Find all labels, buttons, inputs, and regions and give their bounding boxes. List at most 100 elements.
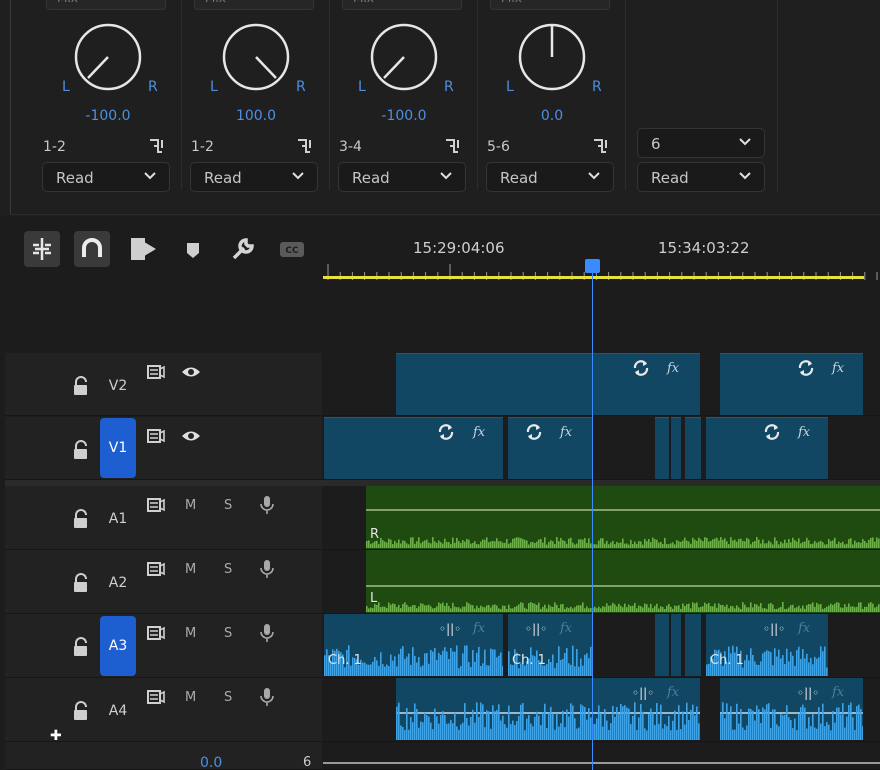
lock-icon[interactable] <box>72 509 90 529</box>
video-clip[interactable] <box>671 417 681 479</box>
pan-knob[interactable] <box>221 22 291 92</box>
solo-button[interactable]: S <box>224 626 232 641</box>
timeline-settings-button[interactable] <box>225 231 261 267</box>
audio-clip[interactable]: fx ◦||◦ Ch. 1 <box>508 614 592 676</box>
playhead-line[interactable] <box>592 268 593 770</box>
sync-lock-icon[interactable] <box>146 496 166 514</box>
mixer-mode-dropdown[interactable]: Mix <box>46 0 166 10</box>
volume-line[interactable] <box>366 585 880 587</box>
audio-clip[interactable] <box>671 614 681 676</box>
waveform-bar <box>406 543 408 548</box>
track-lane[interactable]: fx ◦||◦ Ch. 1 fx ◦||◦ Ch. 1 fx ◦||◦ Ch. … <box>323 614 880 678</box>
mute-button[interactable]: M <box>185 626 196 641</box>
audio-clip[interactable]: R <box>366 486 880 549</box>
video-clip[interactable]: fx <box>720 353 863 415</box>
video-clip[interactable]: fx <box>508 417 592 479</box>
video-clip[interactable] <box>685 417 701 479</box>
track-lane[interactable]: R <box>323 486 880 550</box>
automation-mode-dropdown[interactable]: Read <box>486 162 614 192</box>
microphone-icon[interactable] <box>257 496 277 514</box>
pan-knob[interactable] <box>517 22 587 92</box>
master-automation-dropdown[interactable]: Read <box>637 162 765 192</box>
eye-icon[interactable] <box>181 427 201 445</box>
audio-clip[interactable] <box>655 614 669 676</box>
solo-button[interactable]: S <box>224 690 232 705</box>
insert-multicam-icon <box>131 238 156 260</box>
solo-button[interactable]: S <box>224 562 232 577</box>
master-volume-value[interactable]: 0.0 <box>200 755 222 770</box>
audio-clip[interactable]: L <box>366 550 880 613</box>
track-name[interactable]: A4 <box>100 696 136 726</box>
track-lane[interactable]: fx fx fx <box>323 417 880 480</box>
pan-value[interactable]: 100.0 <box>206 108 306 124</box>
audio-clip[interactable]: fx ◦||◦ <box>720 678 863 740</box>
waveform-bar <box>372 542 374 548</box>
mixer-mode-dropdown[interactable]: Mix <box>490 0 610 10</box>
track-lane[interactable] <box>323 742 880 770</box>
waveform-bar <box>752 655 754 676</box>
routing-icon[interactable] <box>296 136 316 156</box>
master-channel-dropdown[interactable]: 6 <box>637 128 765 158</box>
mixer-mode-dropdown[interactable]: Mix <box>194 0 314 10</box>
lock-icon[interactable] <box>72 701 90 721</box>
snap-in-timeline-button[interactable] <box>24 231 60 267</box>
track-name[interactable]: V2 <box>100 371 136 401</box>
sync-lock-icon[interactable] <box>146 688 166 706</box>
audio-clip[interactable]: fx ◦||◦ Ch. 1 <box>706 614 828 676</box>
video-clip[interactable]: fx <box>324 417 503 479</box>
waveform-bar <box>508 651 510 676</box>
lock-icon[interactable] <box>72 440 90 460</box>
lock-icon[interactable] <box>72 637 90 657</box>
waveform-bar <box>568 716 570 740</box>
captions-button[interactable]: CC <box>274 231 310 267</box>
lock-icon[interactable] <box>72 376 90 396</box>
mixer-mode-dropdown[interactable]: Mix <box>342 0 462 10</box>
pan-value[interactable]: -100.0 <box>58 108 158 124</box>
linked-selection-button[interactable] <box>74 231 110 267</box>
routing-icon[interactable] <box>592 136 612 156</box>
pan-value[interactable]: 0.0 <box>502 108 602 124</box>
sync-lock-icon[interactable] <box>146 624 166 642</box>
sync-lock-icon[interactable] <box>146 560 166 578</box>
automation-mode-dropdown[interactable]: Read <box>190 162 318 192</box>
video-clip[interactable]: fx <box>396 353 700 415</box>
mute-button[interactable]: M <box>185 562 196 577</box>
master-volume-line[interactable] <box>323 762 880 764</box>
audio-clip[interactable]: fx ◦||◦ Ch. 1 <box>324 614 503 676</box>
add-marker-button[interactable] <box>175 231 211 267</box>
automation-mode-dropdown[interactable]: Read <box>338 162 466 192</box>
track-lane[interactable]: fx fx <box>323 353 880 416</box>
video-clip[interactable]: fx <box>706 417 828 479</box>
pan-knob[interactable] <box>369 22 439 92</box>
mute-button[interactable]: M <box>185 690 196 705</box>
work-area-bar[interactable] <box>323 276 864 279</box>
microphone-icon[interactable] <box>257 624 277 642</box>
sync-lock-icon[interactable] <box>146 427 166 445</box>
track-lane[interactable]: fx ◦||◦ fx ◦||◦ <box>323 678 880 742</box>
pan-knob[interactable] <box>73 22 143 92</box>
lock-icon[interactable] <box>72 573 90 593</box>
routing-icon[interactable] <box>444 136 464 156</box>
waveform-bar <box>646 730 648 740</box>
eye-icon[interactable] <box>181 363 201 381</box>
track-name[interactable]: A2 <box>100 568 136 598</box>
track-name[interactable]: A1 <box>100 504 136 534</box>
solo-button[interactable]: S <box>224 498 232 513</box>
sync-lock-icon[interactable] <box>146 363 166 381</box>
audio-clip[interactable]: fx ◦||◦ <box>396 678 700 740</box>
waveform-bar <box>802 704 804 740</box>
automation-mode-dropdown[interactable]: Read <box>42 162 170 192</box>
audio-clip[interactable] <box>685 614 701 676</box>
routing-icon[interactable] <box>148 136 168 156</box>
time-ruler[interactable] <box>323 262 880 282</box>
track-name[interactable]: A3 <box>100 616 136 676</box>
track-lane[interactable]: L <box>323 550 880 614</box>
track-name[interactable]: V1 <box>100 418 136 478</box>
pan-value[interactable]: -100.0 <box>354 108 454 124</box>
mute-button[interactable]: M <box>185 498 196 513</box>
microphone-icon[interactable] <box>257 560 277 578</box>
volume-line[interactable] <box>366 509 880 511</box>
video-clip[interactable] <box>655 417 669 479</box>
microphone-icon[interactable] <box>257 688 277 706</box>
insert-multicam-button[interactable] <box>124 231 160 267</box>
